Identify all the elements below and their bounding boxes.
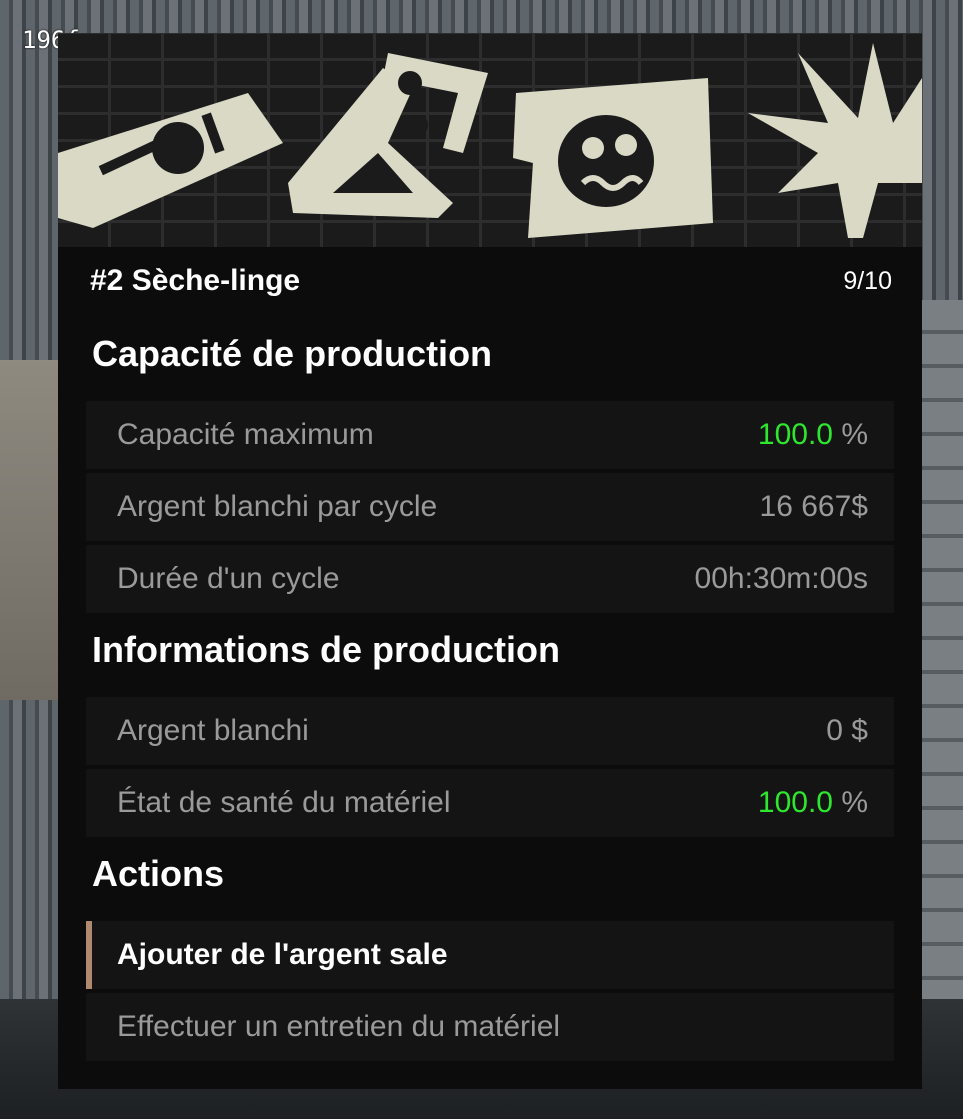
stat-value: 16 667$	[759, 490, 868, 523]
stat-value: 00h:30m:00s	[694, 562, 868, 595]
stat-row-laundered-money: Argent blanchi 0 $	[86, 697, 894, 765]
machine-header: #2 Sèche-linge 9/10	[90, 261, 892, 301]
section-title-actions: Actions	[92, 853, 225, 894]
stat-label: Capacité maximum	[117, 418, 374, 451]
stat-label: Argent blanchi par cycle	[117, 490, 438, 523]
action-add-dirty-money[interactable]: Ajouter de l'argent sale	[86, 921, 894, 989]
action-equipment-maintenance[interactable]: Effectuer un entretien du matériel	[86, 993, 894, 1061]
knife-icon	[58, 93, 283, 228]
action-label: Ajouter de l'argent sale	[117, 938, 448, 971]
skull-icon	[513, 78, 713, 238]
section-title-info: Informations de production	[92, 629, 560, 670]
stat-label: Durée d'un cycle	[117, 562, 340, 595]
stat-value: 0 $	[826, 714, 868, 747]
stat-row-cycle-duration: Durée d'un cycle 00h:30m:00s	[86, 545, 894, 613]
section-title-capacity: Capacité de production	[92, 333, 493, 374]
stat-value: 100.0 %	[757, 786, 868, 819]
stat-row-max-capacity: Capacité maximum 100.0 %	[86, 401, 894, 469]
stat-label: Argent blanchi	[117, 714, 309, 747]
stat-row-money-per-cycle: Argent blanchi par cycle 16 667$	[86, 473, 894, 541]
machine-title: #2 Sèche-linge	[90, 264, 301, 297]
action-label: Effectuer un entretien du matériel	[117, 1010, 561, 1043]
laundering-menu: #2 Sèche-linge 9/10 Capacité de producti…	[58, 33, 922, 1089]
flask-icon	[288, 53, 488, 218]
leaf-icon	[748, 43, 922, 238]
stat-label: État de santé du matériel	[117, 786, 451, 819]
stat-value: 100.0 %	[757, 418, 868, 451]
menu-banner	[58, 33, 922, 247]
machine-count: 9/10	[843, 266, 892, 295]
stat-row-equipment-health: État de santé du matériel 100.0 %	[86, 769, 894, 837]
